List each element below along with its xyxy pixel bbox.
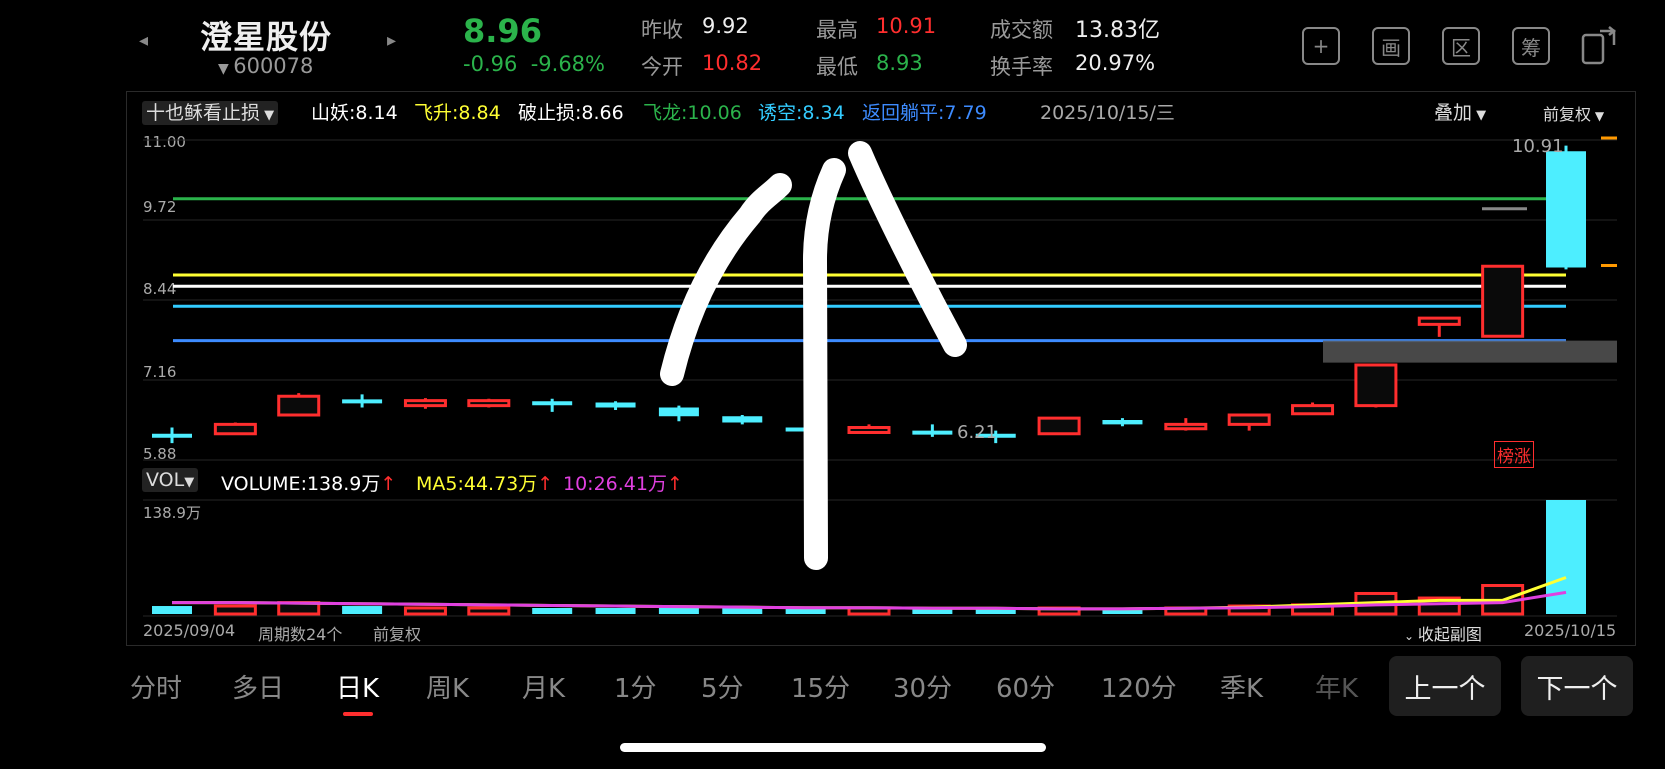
volume-bar — [467, 606, 511, 616]
price-zone-band — [1323, 340, 1617, 363]
arrow-up-icon: ↑ — [380, 473, 397, 495]
candle-body — [213, 422, 257, 436]
tab-1min[interactable]: 1分 — [614, 668, 657, 705]
volume-bar — [722, 608, 763, 614]
candle-body — [847, 426, 891, 434]
tab-weekly[interactable]: 周K — [426, 668, 469, 705]
vol-axis-top: 138.9万 — [143, 504, 201, 522]
low-price-marker: 6.21 — [957, 422, 998, 443]
ma10-label: 10:26.41万↑ — [563, 469, 683, 496]
prev-button[interactable]: 上一个 — [1389, 656, 1501, 716]
candle-body — [1227, 413, 1271, 426]
rank-badge[interactable]: 榜涨 — [1494, 441, 1534, 468]
tab-5min[interactable]: 5分 — [701, 668, 744, 705]
high-price-marker: 10.91 — [1512, 136, 1564, 157]
candle-body — [658, 407, 699, 417]
volume-bar — [152, 606, 192, 614]
volume-value: VOLUME:138.9万 — [221, 473, 381, 495]
candle-body — [1291, 404, 1335, 416]
candle-body — [403, 399, 447, 408]
volume-label: VOLUME:138.9万↑ — [221, 469, 396, 496]
arrow-up-icon: ↑ — [666, 473, 683, 495]
active-tab-indicator — [343, 712, 373, 716]
start-date: 2025/09/04 — [143, 621, 236, 640]
next-button[interactable]: 下一个 — [1521, 656, 1633, 716]
candle-body — [1164, 422, 1208, 431]
candle-body — [1481, 264, 1525, 338]
vol-selector-label: VOL — [146, 469, 185, 491]
volume-bar — [403, 606, 447, 616]
candle-body — [1546, 151, 1586, 268]
hand-drawn-stroke — [660, 173, 792, 386]
candle-body — [1354, 363, 1398, 408]
end-date: 2025/10/15 — [1524, 621, 1617, 640]
vol-selector[interactable]: VOL▼ — [142, 468, 199, 492]
candle-body — [1102, 420, 1143, 425]
ma5-label: MA5:44.73万↑ — [416, 469, 553, 496]
volume-bar — [595, 608, 636, 614]
candlestick-chart — [143, 136, 1617, 617]
tab-120min[interactable]: 120分 — [1101, 668, 1177, 705]
footer-adjust: 前复权 — [373, 625, 422, 644]
ma10-value: 10:26.41万 — [563, 473, 667, 495]
tab-yearly[interactable]: 年K — [1315, 668, 1358, 705]
collapse-subchart-button[interactable]: ⌄ 收起副图 — [1404, 621, 1482, 645]
collapse-label: 收起副图 — [1417, 625, 1482, 644]
candle-body — [532, 401, 573, 406]
hand-drawn-stroke — [848, 141, 967, 357]
candle-body — [342, 399, 383, 404]
tab-multiday[interactable]: 多日 — [232, 668, 284, 705]
caret-down-icon: ▼ — [184, 475, 195, 490]
volume-bar — [1546, 500, 1586, 614]
tab-quarterly[interactable]: 季K — [1220, 668, 1263, 705]
tab-monthly[interactable]: 月K — [522, 668, 565, 705]
arrow-up-icon: ↑ — [537, 473, 554, 495]
volume-bar — [658, 608, 699, 614]
volume-bar — [213, 604, 257, 616]
tab-15min[interactable]: 15分 — [791, 668, 850, 705]
tab-60min[interactable]: 60分 — [996, 668, 1055, 705]
period-count: 周期数24个 — [258, 625, 343, 644]
candle-body — [722, 416, 763, 423]
chevron-down-icon: ⌄ — [1404, 629, 1418, 643]
candle-body — [912, 430, 953, 435]
candle-body — [1417, 316, 1461, 326]
candle-body — [1037, 416, 1081, 436]
tab-daily[interactable]: 日K — [336, 668, 379, 705]
candle-body — [467, 399, 511, 408]
candle-body — [277, 394, 321, 417]
tab-30min[interactable]: 30分 — [893, 668, 952, 705]
tab-timeshare[interactable]: 分时 — [130, 668, 182, 705]
ma5-value: MA5:44.73万 — [416, 473, 538, 495]
candle-body — [595, 402, 636, 408]
home-indicator — [620, 743, 1046, 752]
volume-bar — [532, 608, 573, 614]
volume-bar — [342, 606, 383, 614]
candle-body — [152, 433, 192, 438]
